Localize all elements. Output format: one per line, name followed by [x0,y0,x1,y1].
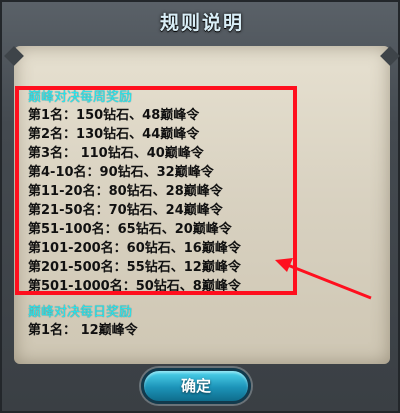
rules-dialog: 规则说明 巅峰对决每周奖励 第1名：150钻石、48巅峰令 第2名：130钻石、… [0,0,400,413]
confirm-button[interactable]: 确定 [141,368,251,404]
pointer-arrow-icon [275,258,372,300]
dialog-title: 规则说明 [159,12,244,34]
daily-reward-row: 第1名： 12巅峰令 [28,323,138,338]
daily-reward-title: 巅峰对决每日奖励 [28,305,133,320]
highlight-box [15,86,297,295]
